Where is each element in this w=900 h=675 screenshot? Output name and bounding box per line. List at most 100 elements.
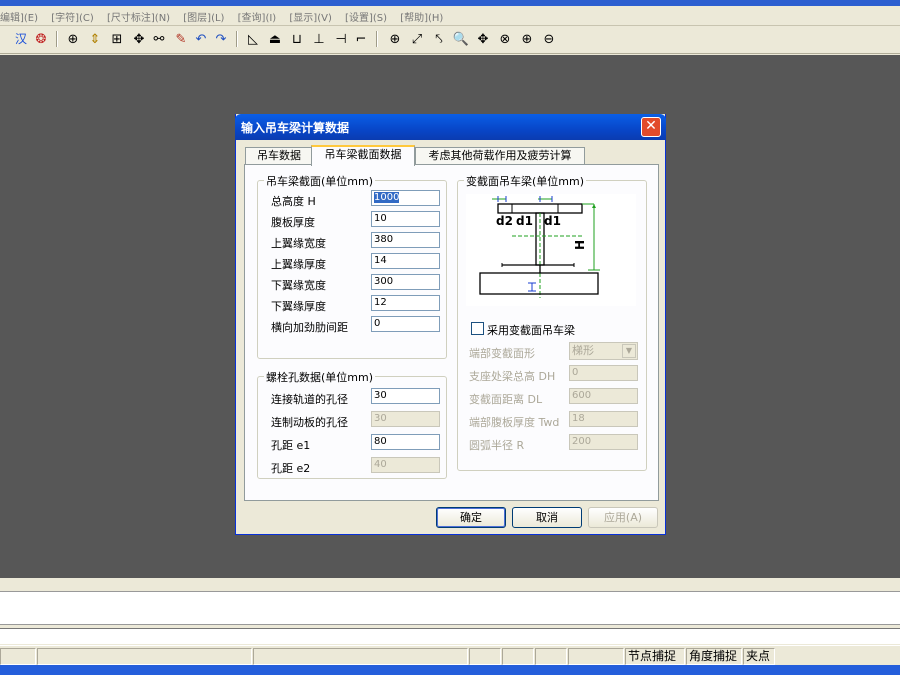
pencil-icon[interactable]: ✎: [172, 30, 190, 48]
bottom-flange-thickness-input[interactable]: 12: [371, 295, 440, 311]
tab-panel: 吊车梁截面(单位mm) 总高度 H 1000 腹板厚度 10 上翼缘宽度 380…: [244, 164, 659, 501]
top-flange-thickness-input[interactable]: 14: [371, 253, 440, 269]
web-thickness-input[interactable]: 10: [371, 211, 440, 227]
offset-line-icon[interactable]: ⊣: [332, 30, 350, 48]
brake-plate-hole-input[interactable]: 30: [371, 411, 440, 427]
label-d2: d2: [496, 214, 513, 228]
toolbar-separator: [236, 31, 238, 47]
top-flange-width-input[interactable]: 380: [371, 232, 440, 248]
field-label: 横向加劲肋间距: [271, 321, 348, 334]
tab-other-loads-fatigue[interactable]: 考虑其他荷载作用及疲劳计算: [415, 147, 585, 165]
arc-radius-input[interactable]: 200: [569, 434, 638, 450]
menu-characters[interactable]: [字符](C): [51, 13, 94, 24]
menu-help[interactable]: [帮助](H): [400, 13, 443, 24]
status-cell: [0, 648, 36, 665]
bolt-hole-group: 螺栓孔数据(单位mm) 连接轨道的孔径 30 连制动板的孔径 30 孔距 e1 …: [257, 369, 447, 479]
cross-snap-icon[interactable]: ⊕: [64, 30, 82, 48]
menu-query[interactable]: [查询](I): [238, 13, 277, 24]
field-label: 连制动板的孔径: [271, 416, 348, 429]
hole-spacing-e1-input[interactable]: 80: [371, 434, 440, 450]
clip-point-toggle[interactable]: 夹点: [743, 648, 775, 665]
close-icon[interactable]: ✕: [641, 117, 661, 137]
bottom-flange-width-input[interactable]: 300: [371, 274, 440, 290]
status-cell: [535, 648, 567, 665]
group-title: 吊车梁截面(单位mm): [264, 173, 376, 189]
field-label: 圆弧半径 R: [469, 439, 525, 452]
line-cross-icon[interactable]: ⊥: [310, 30, 328, 48]
menu-layers[interactable]: [图层](L): [183, 13, 224, 24]
field-label: 上翼缘宽度: [271, 237, 326, 250]
label-d1-right: d1: [544, 214, 561, 228]
menu-items: 编辑](E) [字符](C) [尺寸标注](N) [图层](L) [查询](I)…: [0, 9, 453, 24]
stiffener-spacing-input[interactable]: 0: [371, 316, 440, 332]
special-tool-icon[interactable]: ❂: [32, 30, 50, 48]
i-beam-diagram: [479, 196, 600, 298]
field-label: 腹板厚度: [271, 216, 315, 229]
chinese-text-icon[interactable]: 汉: [12, 30, 30, 48]
field-label: 端部腹板厚度 Twd: [469, 416, 560, 429]
checkbox-label: 采用变截面吊车梁: [487, 324, 575, 337]
beam-section-diagram: d2 d1 d1 H: [466, 194, 636, 306]
label-height: H: [573, 239, 588, 251]
ok-button[interactable]: 确定: [436, 507, 506, 528]
variable-section-group: 变截面吊车梁(单位mm) d2 d1 d1 H 采用变截面吊车梁 端部变截面形 …: [457, 173, 647, 471]
vertical-move-icon[interactable]: ⇕: [86, 30, 104, 48]
menu-settings[interactable]: [设置](S): [345, 13, 387, 24]
beam-section-group: 吊车梁截面(单位mm) 总高度 H 1000 腹板厚度 10 上翼缘宽度 380…: [257, 173, 447, 359]
dialog-title-bar[interactable]: 输入吊车梁计算数据 ✕: [235, 114, 666, 140]
end-shape-select[interactable]: 梯形 ▼: [569, 342, 638, 360]
menu-bar: 编辑](E) [字符](C) [尺寸标注](N) [图层](L) [查询](I)…: [0, 0, 900, 26]
total-height-input[interactable]: 1000: [371, 190, 440, 206]
zoom-out-icon[interactable]: ⊖: [540, 30, 558, 48]
undo-icon[interactable]: ↶: [192, 30, 210, 48]
support-height-input[interactable]: 0: [569, 365, 638, 381]
field-label: 下翼缘宽度: [271, 279, 326, 292]
status-cell: [568, 648, 624, 665]
angle-snap-toggle[interactable]: 角度捕捉: [686, 648, 742, 665]
zoom-icon[interactable]: 🔍: [452, 30, 470, 48]
tab-beam-section[interactable]: 吊车梁截面数据: [311, 145, 415, 166]
end-web-thickness-input[interactable]: 18: [569, 411, 638, 427]
copy-icon[interactable]: ⚯: [150, 30, 168, 48]
grid-icon[interactable]: ⊞: [108, 30, 126, 48]
zoom-previous-icon[interactable]: ⤣: [430, 30, 448, 48]
triangle-icon[interactable]: ◺: [244, 30, 262, 48]
group-title: 变截面吊车梁(单位mm): [464, 173, 587, 189]
tab-crane-data[interactable]: 吊车数据: [245, 147, 313, 165]
crane-beam-dialog: 输入吊车梁计算数据 ✕ 吊车数据 吊车梁截面数据 考虑其他荷载作用及疲劳计算 吊…: [235, 114, 666, 535]
status-bar: 节点捕捉 角度捕捉 夹点: [0, 645, 900, 665]
group-title: 螺栓孔数据(单位mm): [264, 369, 376, 385]
rectangle-icon[interactable]: ⊔: [288, 30, 306, 48]
corner-icon[interactable]: ⌐: [352, 30, 370, 48]
apply-button[interactable]: 应用(A): [588, 507, 658, 528]
command-history: [0, 591, 900, 625]
node-snap-toggle[interactable]: 节点捕捉: [625, 648, 685, 665]
field-label: 孔距 e1: [271, 439, 311, 452]
field-label: 孔距 e2: [271, 462, 311, 475]
field-label: 总高度 H: [271, 195, 316, 208]
move-icon[interactable]: ✥: [130, 30, 148, 48]
zoom-in-icon[interactable]: ⊕: [518, 30, 536, 48]
window-title-strip: [0, 0, 900, 6]
field-label: 端部变截面形: [469, 347, 535, 360]
redo-icon[interactable]: ↷: [212, 30, 230, 48]
cancel-button[interactable]: 取消: [512, 507, 582, 528]
menu-edit[interactable]: 编辑](E): [0, 13, 38, 24]
hole-spacing-e2-input[interactable]: 40: [371, 457, 440, 473]
pan-icon[interactable]: ✥: [474, 30, 492, 48]
zoom-window-icon[interactable]: ⊕: [386, 30, 404, 48]
menu-dimension[interactable]: [尺寸标注](N): [107, 13, 170, 24]
rail-hole-diameter-input[interactable]: 30: [371, 388, 440, 404]
field-label: 支座处梁总高 DH: [469, 370, 556, 383]
shape-icon[interactable]: ⏏: [266, 30, 284, 48]
zoom-all-icon[interactable]: ⊗: [496, 30, 514, 48]
field-label: 下翼缘厚度: [271, 300, 326, 313]
taskbar: [0, 665, 900, 675]
variable-distance-input[interactable]: 600: [569, 388, 638, 404]
variable-section-checkbox[interactable]: [471, 322, 484, 335]
toolbar-separator: [56, 31, 58, 47]
field-label: 变截面距离 DL: [469, 393, 543, 406]
command-input[interactable]: [0, 628, 900, 644]
zoom-realtime-icon[interactable]: ⤢: [408, 30, 426, 48]
menu-view[interactable]: [显示](V): [289, 13, 331, 24]
